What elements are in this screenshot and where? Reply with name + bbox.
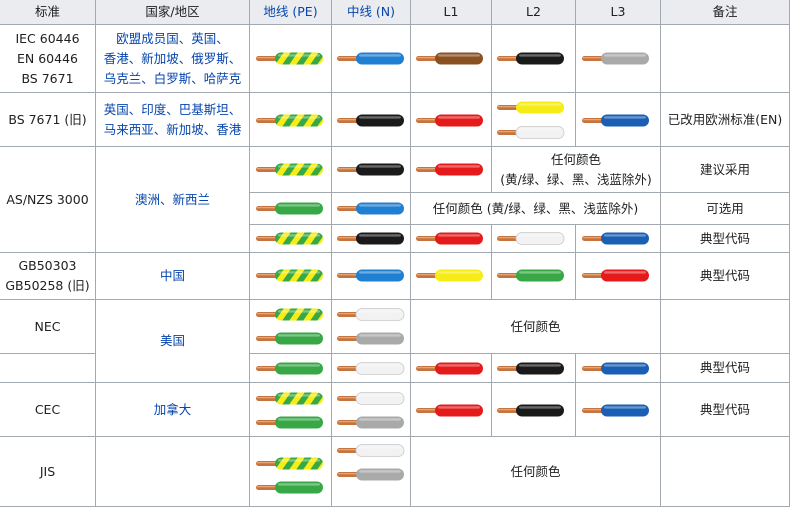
region-bs-old[interactable]: 英国、印度、巴基斯坦、 马来西亚、新加坡、香港 <box>96 93 250 147</box>
note-jis <box>661 437 790 507</box>
any-color-jis: 任何颜色 <box>411 437 661 507</box>
wire-asnzs-3-l1 <box>416 232 484 245</box>
region-bs-old-line-1[interactable]: 英国、印度、巴基斯坦、 <box>104 100 242 120</box>
note-asnzs-1: 建议采用 <box>661 147 790 193</box>
region-cec[interactable]: 加拿大 <box>96 383 250 437</box>
standard-gb50258: GB50258 (旧) <box>5 278 90 293</box>
wire-nec-2-l2 <box>497 362 565 375</box>
wire-gb-l3 <box>582 269 650 282</box>
note-asnzs-2: 可选用 <box>661 193 790 225</box>
region-bs-old-line-2[interactable]: 马来西亚、新加坡、香港 <box>104 120 242 140</box>
standard-iec-60446: IEC 60446 <box>15 30 80 46</box>
cell-jis-earth <box>250 437 332 507</box>
wire-asnzs-2-neutral <box>337 202 405 215</box>
wire-bs-old-l2-yellow <box>497 101 565 114</box>
wire-bs-old-l2-white <box>497 126 565 139</box>
any-color-asnzs-2: 任何颜色 (黄/绿、绿、黑、浅蓝除外) <box>411 193 661 225</box>
wire-nec-2-l3 <box>582 362 650 375</box>
standard-nec: NEC <box>0 300 96 354</box>
region-iec[interactable]: 欧盟成员国、英国、 香港、新加坡、俄罗斯、 乌克兰、白罗斯、哈萨克 <box>96 25 250 93</box>
wire-asnzs-3-earth <box>256 232 324 245</box>
wire-cec-neutral-white <box>337 392 405 405</box>
region-iec-line-1[interactable]: 欧盟成员国、英国、 <box>116 29 229 49</box>
wire-cec-l2 <box>497 404 565 417</box>
standard-iec: IEC 60446 EN 60446 BS 7671 <box>0 25 96 93</box>
wire-nec-2-l1 <box>416 362 484 375</box>
wire-asnzs-1-earth <box>256 163 324 176</box>
wire-nec-1-neutral-white <box>337 308 405 321</box>
header-earth-link[interactable]: 地线 (PE) <box>250 0 332 25</box>
wire-cec-earth-green-yellow <box>256 392 324 405</box>
wire-nec-1-earth-green <box>256 332 324 345</box>
standard-en-60446: EN 60446 <box>17 50 78 66</box>
wire-iec-l3 <box>582 52 650 65</box>
wire-nec-2-neutral <box>337 362 405 375</box>
wire-nec-1-earth-green-yellow <box>256 308 324 321</box>
wire-bs-old-earth <box>256 114 324 127</box>
region-asnzs[interactable]: 澳洲、新西兰 <box>96 147 250 253</box>
wire-gb-l1 <box>416 269 484 282</box>
wire-bs-old-l3 <box>582 114 650 127</box>
cell-iec-notes <box>661 25 790 93</box>
note-cec: 典型代码 <box>661 383 790 437</box>
header-region: 国家/地区 <box>96 0 250 25</box>
any-color-asnzs-1-line-2: (黄/绿、绿、黑、浅蓝除外) <box>500 171 652 187</box>
wire-asnzs-3-neutral <box>337 232 405 245</box>
wire-nec-1-neutral-grey <box>337 332 405 345</box>
wire-nec-2-earth <box>256 362 324 375</box>
region-iec-line-2[interactable]: 香港、新加坡、俄罗斯、 <box>104 49 242 69</box>
standard-cec: CEC <box>0 383 96 437</box>
wire-asnzs-1-neutral <box>337 163 405 176</box>
note-nec-1 <box>661 300 790 354</box>
standard-bs-7671: BS 7671 <box>21 70 74 86</box>
region-nec[interactable]: 美国 <box>96 300 250 383</box>
standard-gb50303: GB50303 <box>18 258 77 273</box>
standard-jis: JIS <box>0 437 96 507</box>
standard-bs-old: BS 7671 (旧) <box>0 93 96 147</box>
header-l3: L3 <box>576 0 661 25</box>
wire-jis-neutral-grey <box>337 468 405 481</box>
note-asnzs-3: 典型代码 <box>661 225 790 253</box>
note-gb: 典型代码 <box>661 253 790 300</box>
header-notes: 备注 <box>661 0 790 25</box>
any-color-asnzs-1-line-1: 任何颜色 <box>550 151 601 167</box>
wire-iec-l1 <box>416 52 484 65</box>
any-color-asnzs-1: 任何颜色 (黄/绿、绿、黑、浅蓝除外) <box>492 147 661 193</box>
header-neutral-link[interactable]: 中线 (N) <box>332 0 411 25</box>
note-nec-2: 典型代码 <box>661 354 790 383</box>
wire-jis-neutral-white <box>337 444 405 457</box>
wire-iec-l2 <box>497 52 565 65</box>
region-gb[interactable]: 中国 <box>96 253 250 300</box>
standard-asnzs: AS/NZS 3000 <box>0 147 96 253</box>
wire-jis-earth-green <box>256 481 324 494</box>
header-l1: L1 <box>411 0 492 25</box>
wire-cec-neutral-grey <box>337 416 405 429</box>
wire-asnzs-2-earth <box>256 202 324 215</box>
wire-jis-earth-green-yellow <box>256 457 324 470</box>
header-l2: L2 <box>492 0 576 25</box>
region-jis <box>96 437 250 507</box>
header-standard: 标准 <box>0 0 96 25</box>
wire-cec-earth-green <box>256 416 324 429</box>
wire-bs-old-neutral <box>337 114 405 127</box>
wire-gb-l2 <box>497 269 565 282</box>
standard-nec-blank <box>0 354 96 383</box>
region-iec-line-3[interactable]: 乌克兰、白罗斯、哈萨克 <box>104 69 242 89</box>
wire-gb-earth <box>256 269 324 282</box>
wire-cec-l1 <box>416 404 484 417</box>
wire-asnzs-1-l1 <box>416 163 484 176</box>
standard-gb: GB50303 GB50258 (旧) <box>0 253 96 300</box>
wire-cec-l3 <box>582 404 650 417</box>
wire-bs-old-l1 <box>416 114 484 127</box>
wire-iec-earth <box>256 52 324 65</box>
note-bs-old: 已改用欧洲标准(EN) <box>661 93 790 147</box>
wire-asnzs-3-l2 <box>497 232 565 245</box>
wire-iec-neutral <box>337 52 405 65</box>
wire-gb-neutral <box>337 269 405 282</box>
wire-asnzs-3-l3 <box>582 232 650 245</box>
wire-color-table: 标准 国家/地区 地线 (PE) 中线 (N) L1 L2 L3 备注 IEC … <box>0 0 790 507</box>
any-color-nec: 任何颜色 <box>411 300 661 354</box>
